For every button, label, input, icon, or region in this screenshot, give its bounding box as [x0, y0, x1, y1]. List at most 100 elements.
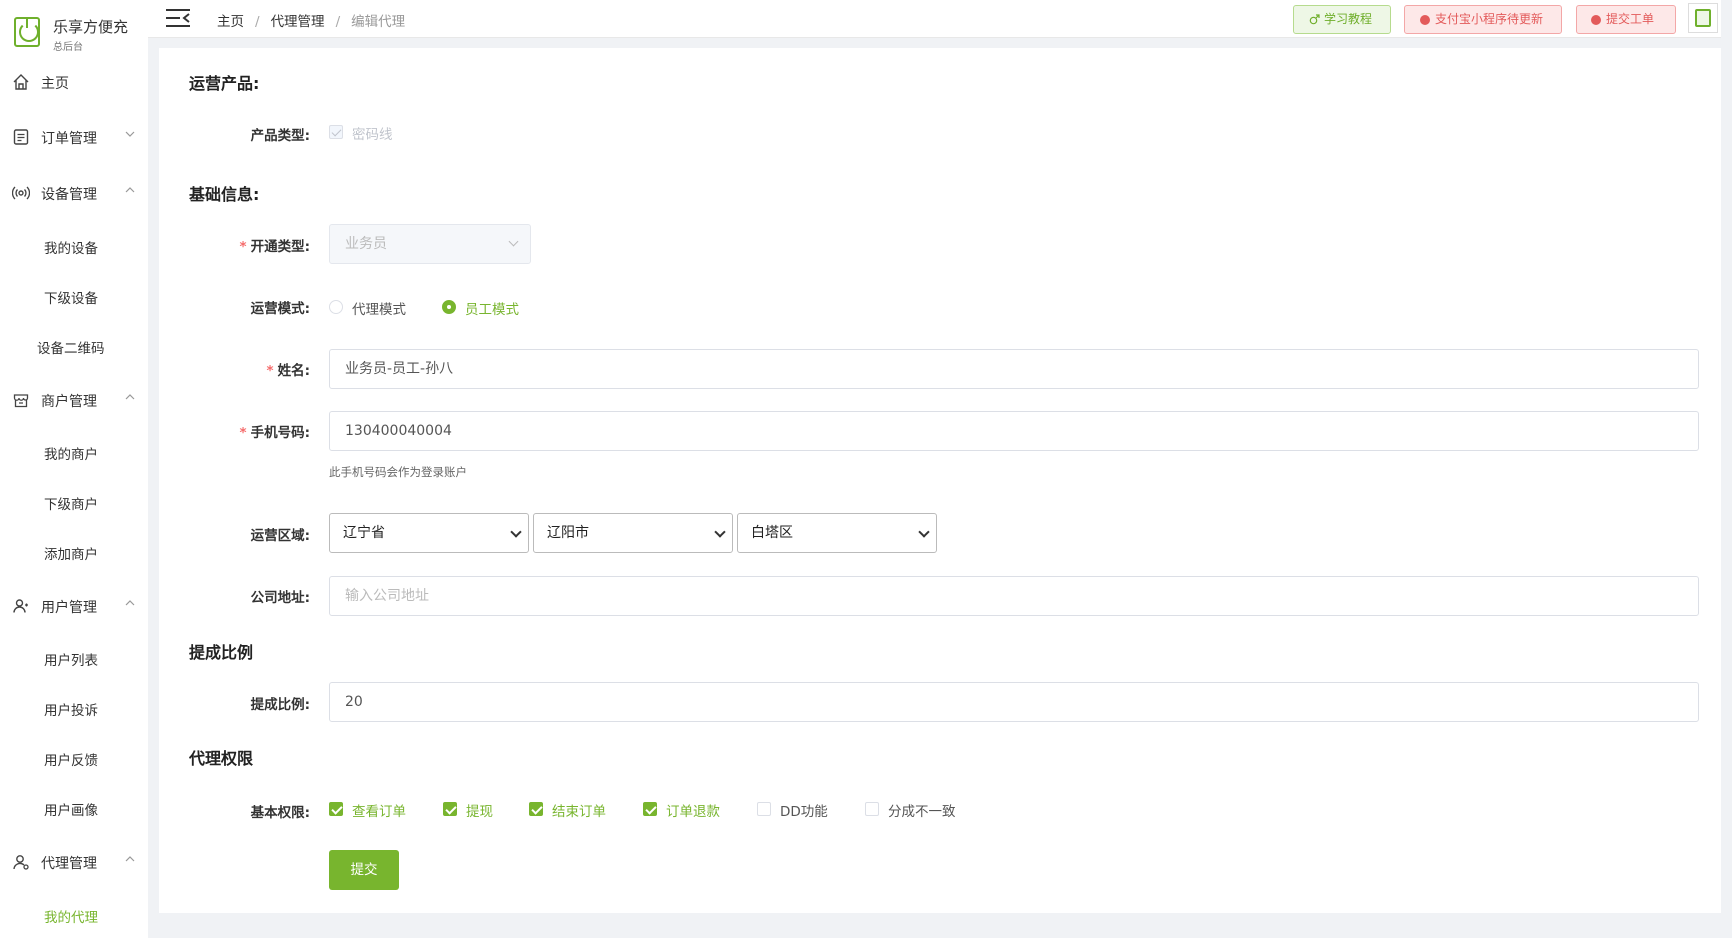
open-type-label: * 开通类型:: [239, 239, 310, 255]
section-title-product: 运营产品:: [189, 74, 260, 93]
breadcrumb-home[interactable]: 主页: [217, 14, 244, 30]
sidebar-item-my-merchants[interactable]: 我的商户: [0, 434, 148, 470]
chevron-up-icon: [125, 394, 135, 400]
perm-label-withdraw[interactable]: 提现: [466, 800, 493, 820]
mode-radio-agent[interactable]: [329, 300, 343, 314]
perms-label: 基本权限:: [250, 805, 310, 821]
chevron-down-icon: [918, 526, 930, 538]
home-icon: [13, 74, 29, 90]
submit-button[interactable]: 提交: [329, 850, 399, 890]
perm-label-dd[interactable]: DD功能: [780, 800, 828, 820]
address-input[interactable]: 输入公司地址: [329, 576, 1699, 616]
user-icon: [13, 599, 28, 613]
sidebar-item-user-complaints[interactable]: 用户投诉: [0, 690, 148, 726]
sidebar-item-user-portrait[interactable]: 用户画像: [0, 790, 148, 826]
device-icon: [12, 186, 30, 200]
menu-toggle-icon[interactable]: [166, 8, 190, 28]
sidebar-item-user-feedback[interactable]: 用户反馈: [0, 740, 148, 776]
app-subtitle: 总后台: [53, 42, 83, 53]
phone-input[interactable]: 130400040004: [329, 411, 1699, 451]
mode-radio-employee[interactable]: [442, 300, 456, 314]
sidebar: 乐享方便充 总后台 主页 订单管理 设备管理 我的设备 下级设备 设备二维码 商…: [0, 0, 148, 938]
section-title-commission: 提成比例: [189, 643, 254, 662]
logo-icon: [14, 17, 40, 47]
mode-option-employee[interactable]: 员工模式: [465, 298, 519, 318]
name-label: * 姓名:: [266, 363, 310, 379]
perm-checkbox-end-order[interactable]: [529, 802, 543, 816]
avatar-logo-icon: [1695, 9, 1711, 27]
male-symbol-icon: [1309, 14, 1320, 25]
mode-label: 运营模式:: [250, 301, 310, 317]
district-select[interactable]: 白塔区: [737, 513, 937, 553]
app-logo[interactable]: 乐享方便充 总后台: [0, 0, 148, 56]
sidebar-item-my-agents[interactable]: 我的代理: [0, 897, 148, 933]
submit-ticket-button[interactable]: 提交工单: [1576, 5, 1676, 34]
perm-checkbox-dd[interactable]: [757, 802, 771, 816]
sidebar-item-label: 设备管理: [41, 187, 97, 203]
sidebar-item-label: 商户管理: [41, 394, 97, 410]
section-title-permissions: 代理权限: [189, 749, 254, 768]
sidebar-item-label: 代理管理: [41, 856, 97, 872]
scrollbar[interactable]: [1721, 0, 1732, 938]
perm-label-view-orders[interactable]: 查看订单: [352, 800, 406, 820]
chevron-down-icon: [125, 131, 135, 137]
perm-label-refund[interactable]: 订单退款: [666, 800, 720, 820]
perm-checkbox-withdraw[interactable]: [443, 802, 457, 816]
question-icon: [1591, 15, 1601, 25]
product-type-label: 产品类型:: [250, 128, 310, 144]
sidebar-item-sub-devices[interactable]: 下级设备: [0, 278, 148, 314]
section-title-basic: 基础信息:: [189, 185, 260, 204]
sidebar-item-merchants[interactable]: 商户管理: [0, 380, 148, 420]
product-type-checkbox: [329, 125, 343, 139]
perm-label-split[interactable]: 分成不一致: [888, 800, 956, 820]
sidebar-item-label: 用户管理: [41, 600, 97, 616]
perm-checkbox-refund[interactable]: [643, 802, 657, 816]
phone-hint: 此手机号码会作为登录账户: [329, 465, 467, 479]
perm-checkbox-split[interactable]: [865, 802, 879, 816]
perm-checkbox-view-orders[interactable]: [329, 802, 343, 816]
shop-icon: [13, 394, 29, 408]
sidebar-item-orders[interactable]: 订单管理: [0, 117, 148, 157]
chevron-up-icon: [125, 856, 135, 862]
top-header: 主页 / 代理管理 / 编辑代理 学习教程 支付宝小程序待更新 提交工单: [148, 0, 1732, 38]
tutorial-button[interactable]: 学习教程: [1293, 5, 1391, 34]
sidebar-item-devices[interactable]: 设备管理: [0, 173, 148, 213]
rate-label: 提成比例:: [250, 697, 310, 713]
mode-option-agent[interactable]: 代理模式: [352, 298, 406, 318]
order-icon: [13, 129, 29, 145]
chevron-down-icon: [508, 236, 519, 247]
chevron-up-icon: [125, 187, 135, 193]
breadcrumb-agents[interactable]: 代理管理: [271, 14, 325, 30]
sidebar-item-label: 主页: [41, 76, 69, 92]
sidebar-item-user-list[interactable]: 用户列表: [0, 640, 148, 676]
form-card: [159, 48, 1727, 913]
name-input[interactable]: 业务员-员工-孙八: [329, 349, 1699, 389]
breadcrumb-current: 编辑代理: [351, 14, 406, 30]
sidebar-item-users[interactable]: 用户管理: [0, 586, 148, 626]
perm-label-end-order[interactable]: 结束订单: [552, 800, 606, 820]
province-select[interactable]: 辽宁省: [329, 513, 529, 553]
app-title: 乐享方便充: [53, 18, 129, 36]
product-type-option: 密码线: [352, 127, 393, 143]
avatar[interactable]: [1688, 3, 1718, 33]
rate-input[interactable]: 20: [329, 682, 1699, 722]
sidebar-item-device-qrcode[interactable]: 设备二维码: [0, 328, 148, 364]
breadcrumb: 主页 / 代理管理 / 编辑代理: [217, 14, 406, 30]
chevron-down-icon: [714, 526, 726, 538]
alert-icon: [1420, 15, 1430, 25]
alipay-update-button[interactable]: 支付宝小程序待更新: [1404, 5, 1562, 34]
agent-icon: [13, 855, 29, 870]
sidebar-item-my-devices[interactable]: 我的设备: [0, 228, 148, 264]
sidebar-item-add-merchant[interactable]: 添加商户: [0, 534, 148, 570]
sidebar-item-label: 订单管理: [41, 131, 97, 147]
chevron-down-icon: [510, 526, 522, 538]
region-label: 运营区域:: [250, 528, 310, 544]
address-label: 公司地址:: [250, 590, 310, 606]
open-type-select: 业务员: [329, 224, 531, 264]
chevron-up-icon: [125, 600, 135, 606]
city-select[interactable]: 辽阳市: [533, 513, 733, 553]
phone-label: * 手机号码:: [239, 425, 310, 441]
sidebar-item-home[interactable]: 主页: [0, 62, 148, 102]
sidebar-item-agents[interactable]: 代理管理: [0, 842, 148, 882]
sidebar-item-sub-merchants[interactable]: 下级商户: [0, 484, 148, 520]
